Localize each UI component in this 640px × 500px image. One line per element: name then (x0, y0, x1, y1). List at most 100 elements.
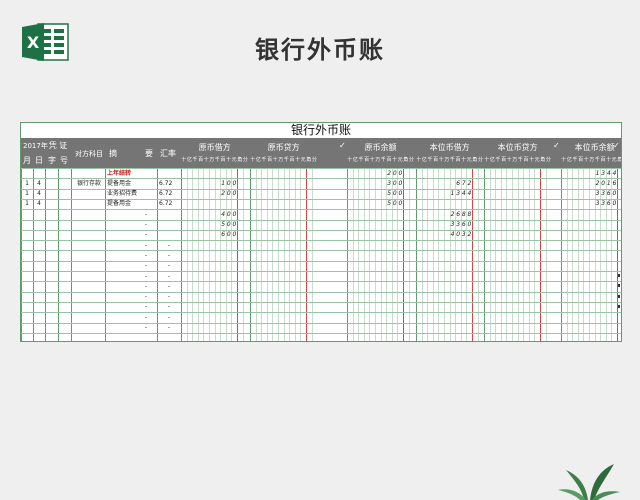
column-divider (71, 168, 72, 341)
digit-divider (186, 168, 188, 341)
summary-header-a: 摘 (109, 149, 117, 158)
digit-label: 分 (408, 157, 414, 163)
digit-divider (583, 168, 585, 341)
digit-divider (421, 168, 423, 341)
digit-divider (512, 168, 513, 341)
summary-cell[interactable]: - (141, 230, 151, 239)
digit-divider (209, 168, 210, 341)
voucher-header: 凭 证 (48, 141, 68, 150)
row-divider (21, 240, 621, 242)
amount-digit: 0 (398, 190, 403, 198)
rate-cell[interactable]: - (159, 292, 179, 301)
digit-divider (432, 168, 434, 341)
month-cell[interactable]: 1 (21, 199, 33, 208)
summary-cell[interactable]: 业务招待费 (107, 189, 153, 198)
digit-divider (572, 168, 574, 341)
amount-digit: 4 (612, 169, 617, 177)
row-divider (21, 219, 621, 221)
check-mark-icon: ✓ (339, 141, 346, 150)
rate-cell[interactable]: - (159, 251, 179, 260)
summary-cell[interactable]: - (141, 323, 151, 332)
rate-cell[interactable]: - (159, 323, 179, 332)
digit-divider (477, 168, 479, 341)
digit-divider (266, 168, 268, 341)
summary-cell[interactable]: - (141, 210, 151, 219)
group-header-2: 原币贷方 (267, 143, 300, 152)
group-header-3: 原币余额 (364, 143, 397, 152)
digit-divider (197, 168, 199, 341)
summary-cell[interactable]: - (141, 261, 151, 270)
group-header-1: 原币借方 (198, 143, 231, 152)
rate-cell[interactable]: - (159, 261, 179, 270)
digit-divider (203, 168, 205, 341)
rate-cell[interactable]: 6.72 (159, 199, 179, 208)
month-cell[interactable]: 1 (21, 179, 33, 188)
day-cell[interactable]: 4 (33, 189, 45, 198)
rate-header: 汇率 (160, 149, 176, 158)
month-cell[interactable]: 1 (21, 189, 33, 198)
column-divider (105, 168, 106, 341)
summary-cell[interactable]: - (141, 282, 151, 291)
summary-cell[interactable]: 提备用金 (107, 179, 153, 188)
digit-divider (489, 168, 491, 341)
day-cell[interactable]: 4 (33, 179, 45, 188)
summary-cell[interactable]: - (141, 302, 151, 311)
amount-digit: 0 (232, 231, 237, 239)
amount-digit: 6 (612, 179, 617, 187)
column-divider (157, 168, 158, 341)
digit-divider (306, 168, 307, 341)
year-header: 2017年 (23, 142, 48, 150)
summary-header-b: 要 (145, 149, 153, 158)
amount-digit: 2 (467, 179, 472, 187)
rate-cell[interactable]: 6.72 (159, 179, 179, 188)
summary-cell[interactable]: - (141, 241, 151, 250)
row-divider (21, 281, 621, 283)
rate-cell[interactable]: - (159, 302, 179, 311)
amount-digit: 0 (398, 169, 403, 177)
digit-divider (534, 168, 536, 341)
digit-divider (352, 168, 354, 341)
digit-divider (255, 168, 257, 341)
row-divider (21, 271, 621, 272)
summary-cell[interactable]: - (141, 220, 151, 229)
check-mark-icon: ✓ (613, 141, 620, 150)
sheet-title: 银行外币账 (290, 123, 351, 137)
row-divider (21, 229, 621, 231)
row-divider (21, 312, 621, 314)
digit-divider (311, 168, 313, 341)
digit-divider (589, 168, 590, 341)
rate-cell[interactable]: - (159, 313, 179, 322)
digit-divider (283, 168, 285, 341)
digit-divider (528, 168, 530, 341)
header-row: 2017年 凭 证 月 日 字 号 对方科目 摘 要 汇率 原币借方十亿千百十万… (21, 138, 621, 168)
month-header: 月 (23, 156, 31, 165)
rate-cell[interactable]: - (159, 241, 179, 250)
digit-divider (566, 168, 568, 341)
summary-cell[interactable]: 提备用金 (107, 199, 153, 208)
amount-digit: 0 (232, 210, 237, 218)
digit-divider (438, 168, 440, 341)
account-cell[interactable]: 银行存款 (73, 179, 105, 188)
row-divider (21, 250, 621, 252)
column-divider (181, 168, 182, 341)
amount-digit: 8 (467, 210, 472, 218)
digit-label: 分 (477, 157, 483, 163)
digit-divider (294, 168, 296, 341)
row-divider (21, 322, 621, 324)
column-divider (561, 168, 562, 341)
digit-divider (363, 168, 365, 341)
group-header-4: 本位币借方 (429, 143, 470, 152)
rate-cell[interactable]: - (159, 272, 179, 281)
column-divider (416, 168, 417, 341)
rate-cell[interactable]: 6.72 (159, 189, 179, 198)
summary-cell[interactable]: 上年结转 (107, 169, 153, 178)
day-cell[interactable]: 4 (33, 199, 45, 208)
summary-cell[interactable]: - (141, 272, 151, 281)
rate-cell[interactable]: - (159, 282, 179, 291)
digit-divider (242, 168, 244, 341)
summary-cell[interactable]: - (141, 292, 151, 301)
summary-cell[interactable]: - (141, 313, 151, 322)
summary-cell[interactable]: - (141, 251, 151, 260)
digit-divider (369, 168, 371, 341)
digit-divider (506, 168, 508, 341)
